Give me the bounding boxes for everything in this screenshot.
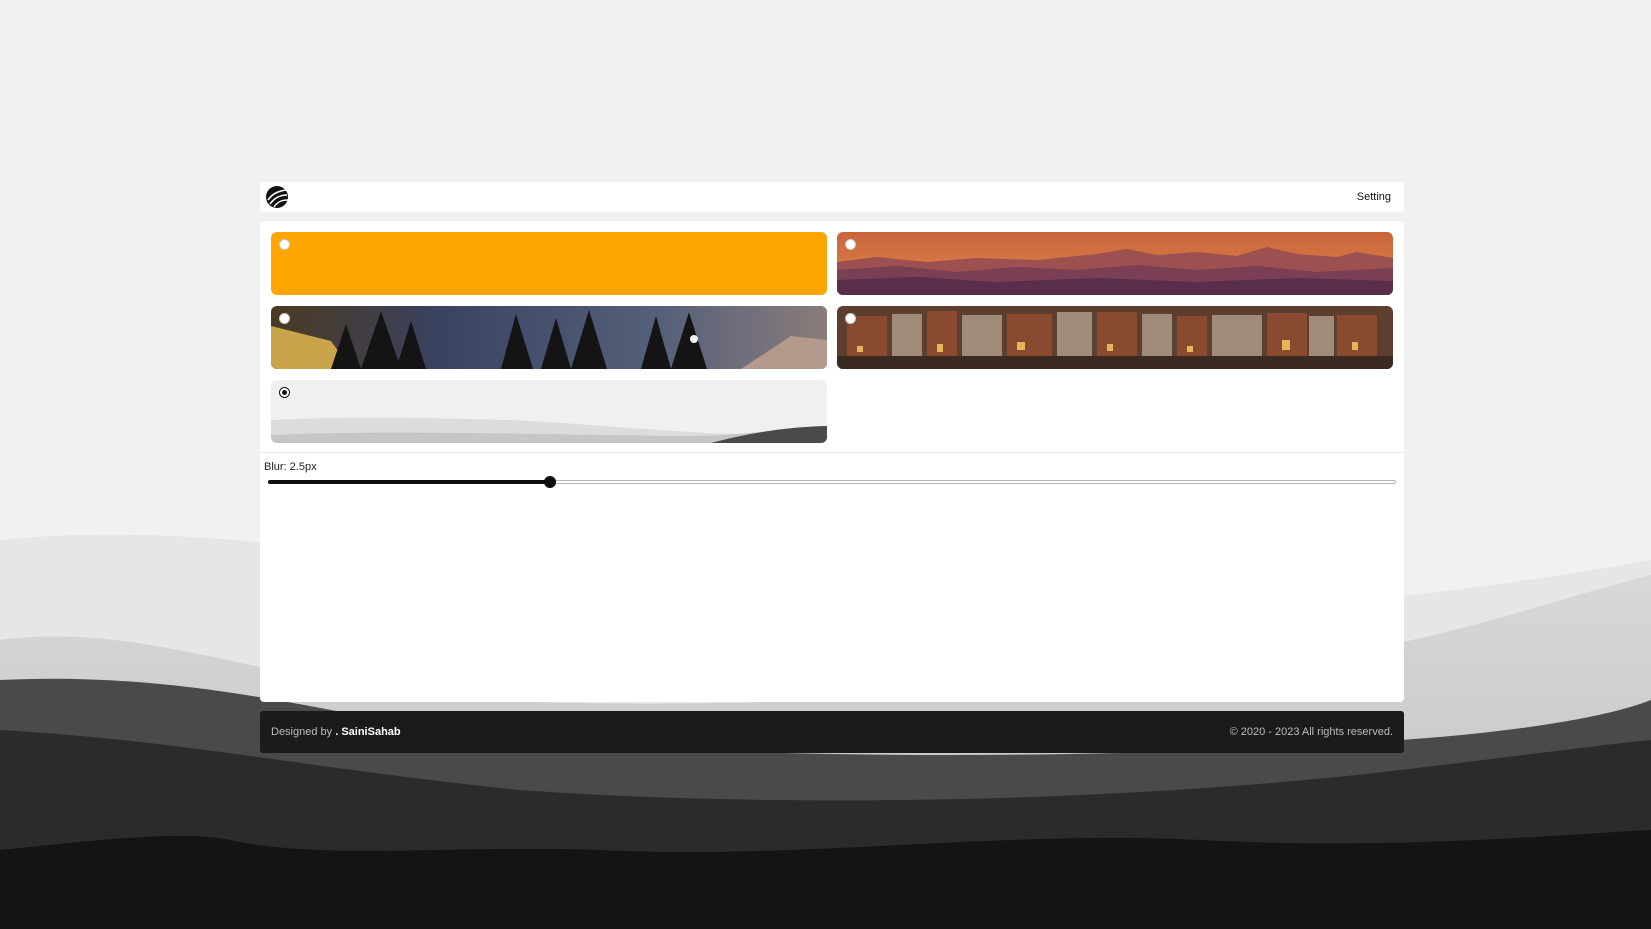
blur-label: Blur: 2.5px — [264, 461, 317, 473]
wallpaper-radio[interactable] — [845, 239, 856, 250]
city-canal-image — [837, 306, 1393, 369]
wallpaper-night-forest[interactable] — [271, 306, 827, 369]
logo-icon[interactable] — [265, 185, 289, 209]
wallpaper-grey-hills[interactable] — [271, 380, 827, 443]
wallpaper-sunset-mountains[interactable] — [837, 232, 1393, 295]
wallpaper-radio[interactable] — [279, 239, 290, 250]
wallpaper-orange[interactable] — [271, 232, 827, 295]
top-bar: Setting — [260, 182, 1404, 212]
designed-by: Designed by . SainiSahab — [271, 726, 401, 738]
slider-thumb[interactable] — [544, 476, 556, 488]
wallpaper-city-canal[interactable] — [837, 306, 1393, 369]
brand-link[interactable]: . SainiSahab — [335, 726, 400, 738]
sunset-mountains-image — [837, 232, 1393, 295]
grey-hills-image — [271, 380, 827, 443]
divider — [260, 452, 1404, 453]
wallpaper-radio[interactable] — [279, 387, 290, 398]
settings-panel: Blur: 2.5px — [260, 221, 1404, 702]
setting-link[interactable]: Setting — [1357, 191, 1391, 203]
blur-slider[interactable] — [268, 476, 1396, 488]
wallpaper-radio[interactable] — [845, 313, 856, 324]
footer: Designed by . SainiSahab © 2020 - 2023 A… — [260, 711, 1404, 753]
copyright-text: © 2020 - 2023 All rights reserved. — [1229, 726, 1393, 738]
wallpaper-radio[interactable] — [279, 313, 290, 324]
wallpaper-grid — [271, 232, 1393, 443]
designed-by-label: Designed by — [271, 726, 336, 738]
slider-fill — [268, 480, 550, 484]
night-forest-image — [271, 306, 827, 369]
